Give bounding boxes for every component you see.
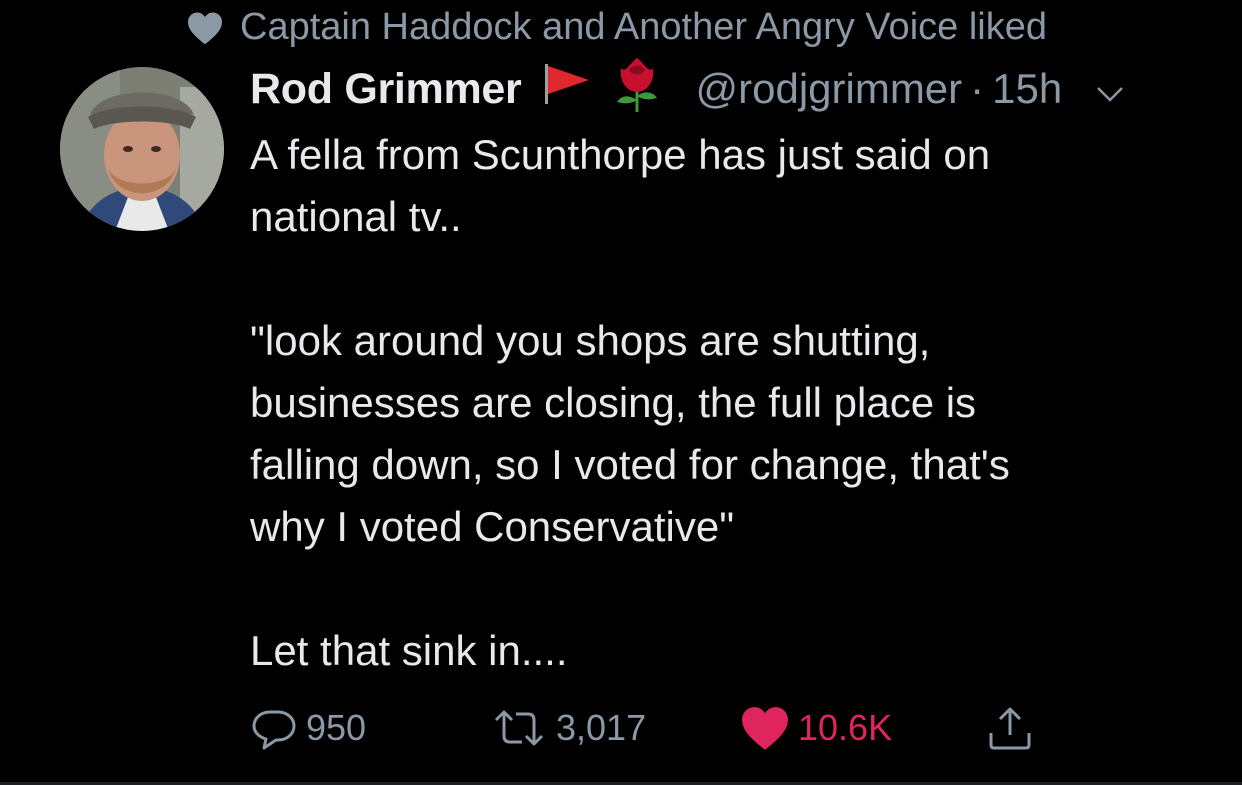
author-display-name[interactable]: Rod Grimmer xyxy=(250,65,522,114)
author-handle[interactable]: @rodjgrimmer xyxy=(695,65,962,113)
heart-filled-icon xyxy=(740,705,790,751)
heart-icon xyxy=(186,11,224,45)
reply-icon xyxy=(250,704,298,752)
reply-button[interactable]: 950 xyxy=(250,700,366,756)
retweet-button[interactable]: 3,017 xyxy=(490,700,646,756)
share-icon xyxy=(985,703,1035,753)
red-flag-icon xyxy=(541,62,593,116)
like-count: 10.6K xyxy=(798,707,893,748)
retweet-icon xyxy=(490,704,548,752)
avatar[interactable] xyxy=(60,67,224,231)
separator-dot: · xyxy=(970,65,985,112)
red-rose-icon xyxy=(609,54,665,124)
social-context-text: Captain Haddock and Another Angry Voice … xyxy=(240,6,1047,48)
tweet-actions: 950 3,017 10.6K xyxy=(250,700,1050,756)
chevron-down-icon[interactable] xyxy=(1096,65,1124,113)
tweet-time[interactable]: 15h xyxy=(992,65,1062,113)
social-context[interactable]: Captain Haddock and Another Angry Voice … xyxy=(186,6,1047,49)
tweet-header[interactable]: Rod Grimmer @rodjgrimmer · 15h xyxy=(250,58,1124,118)
like-button[interactable]: 10.6K xyxy=(740,700,892,756)
retweet-count: 3,017 xyxy=(556,707,647,748)
reply-count: 950 xyxy=(306,707,367,748)
tweet-text: A fella from Scunthorpe has just said on… xyxy=(250,131,1010,674)
share-button[interactable] xyxy=(985,700,1035,756)
